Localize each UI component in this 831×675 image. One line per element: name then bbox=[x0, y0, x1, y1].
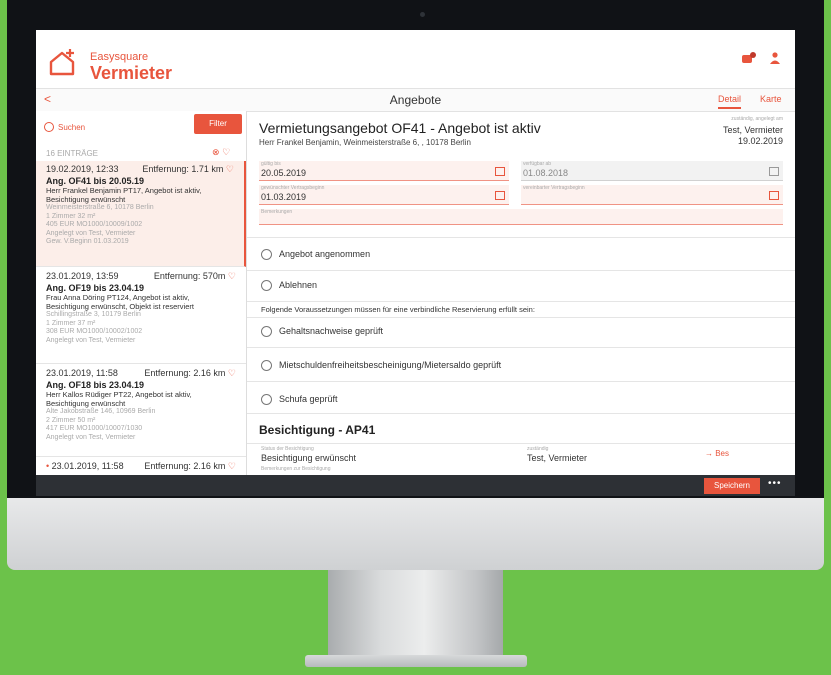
search-input[interactable]: Suchen bbox=[44, 119, 189, 137]
page-title: Angebote bbox=[389, 93, 442, 107]
brand-subtitle: Easysquare bbox=[90, 51, 149, 63]
app-screen: Easysquare Vermieter < Angebote Detail K… bbox=[36, 30, 795, 496]
monitor-stand-base bbox=[305, 655, 527, 667]
responsible-label: zuständig, angelegt am bbox=[731, 116, 783, 122]
list-item[interactable]: 23.01.2019, 11:58 Entfernung: 2.16 km ♡ A… bbox=[36, 365, 246, 457]
tab-detail[interactable]: Detail bbox=[718, 94, 742, 109]
search-placeholder: Suchen bbox=[58, 123, 86, 132]
desired-start-field[interactable]: gewünschter Vertragsbeginn 01.03.2019 bbox=[259, 185, 509, 205]
save-button[interactable]: Speichern bbox=[704, 478, 760, 494]
house-plus-icon bbox=[49, 49, 75, 76]
radio-icon[interactable] bbox=[261, 249, 272, 260]
reservation-info: Folgende Voraussetzungen müssen für eine… bbox=[261, 305, 535, 314]
user-icon[interactable] bbox=[770, 52, 780, 64]
list-item[interactable]: 23.01.2019, 13:59 Entfernung: 570m ♡ Ang.… bbox=[36, 268, 246, 364]
detail-subtitle: Herr Frankel Benjamin, Weinmeisterstraße… bbox=[259, 138, 471, 147]
list-item[interactable]: • 23.01.2019, 11:58 Entfernung: 2.16 km ♡ bbox=[36, 458, 246, 475]
heart-icon[interactable]: ♡ bbox=[228, 271, 236, 281]
heart-icon[interactable]: ♡ bbox=[222, 147, 230, 157]
viewing-notes-label: Bemerkungen zur Besichtigung bbox=[261, 466, 331, 472]
entry-count: 16 EINTRÄGE bbox=[46, 149, 99, 158]
nav-bar: < Angebote Detail Karte bbox=[36, 88, 795, 112]
calendar-icon[interactable] bbox=[769, 191, 779, 200]
viewing-title: Besichtigung - AP41 bbox=[259, 423, 376, 437]
heart-icon[interactable]: ♡ bbox=[226, 164, 234, 174]
radio-icon[interactable] bbox=[261, 360, 272, 371]
clear-icon[interactable]: ⊗ bbox=[212, 147, 220, 157]
unread-dot-icon: • bbox=[46, 461, 50, 471]
messages-icon[interactable] bbox=[742, 52, 756, 64]
monitor-stand bbox=[328, 570, 503, 665]
viewing-status-value[interactable]: Besichtigung erwünscht bbox=[261, 453, 356, 463]
search-icon bbox=[44, 122, 54, 132]
tab-karte[interactable]: Karte bbox=[760, 94, 782, 104]
filter-button[interactable]: Filter bbox=[194, 114, 242, 134]
camera-icon bbox=[420, 12, 425, 17]
radio-icon[interactable] bbox=[261, 326, 272, 337]
responsible-name: Test, Vermieter bbox=[722, 125, 783, 135]
radio-icon[interactable] bbox=[261, 394, 272, 405]
offer-detail: Vermietungsangebot OF41 - Angebot ist ak… bbox=[247, 111, 795, 475]
list-action-icons: ⊗ ♡ bbox=[212, 147, 230, 158]
viewing-status-label: Status der Besichtigung bbox=[261, 446, 314, 452]
more-icon[interactable]: ••• bbox=[768, 478, 782, 489]
calendar-icon[interactable] bbox=[495, 191, 505, 200]
valid-until-field[interactable]: gültig bis 20.05.2019 bbox=[259, 161, 509, 181]
heart-icon[interactable]: ♡ bbox=[228, 368, 236, 378]
offer-list: Suchen Filter 16 EINTRÄGE ⊗ ♡ 19.02.2019… bbox=[36, 111, 247, 475]
calendar-icon bbox=[769, 167, 779, 176]
viewing-link[interactable]: → Bes bbox=[705, 449, 729, 458]
agreed-start-field[interactable]: vereinbarter Vertragsbeginn bbox=[521, 185, 783, 205]
footer-bar: Speichern ••• bbox=[36, 475, 795, 496]
brand-title: Vermieter bbox=[90, 63, 173, 83]
monitor-chin bbox=[7, 498, 824, 570]
detail-title: Vermietungsangebot OF41 - Angebot ist ak… bbox=[259, 120, 541, 136]
calendar-icon[interactable] bbox=[495, 167, 505, 176]
created-date: 19.02.2019 bbox=[737, 136, 783, 146]
list-item[interactable]: 19.02.2019, 12:33 Entfernung: 1.71 km ♡ A… bbox=[36, 161, 246, 267]
notes-field[interactable]: Bemerkungen bbox=[259, 209, 783, 225]
viewing-responsible-value[interactable]: Test, Vermieter bbox=[527, 453, 587, 463]
app-header: Easysquare Vermieter bbox=[36, 30, 795, 88]
viewing-responsible-label: zuständig bbox=[527, 446, 549, 452]
available-from-field: verfügbar ab 01.08.2018 bbox=[521, 161, 783, 181]
radio-icon[interactable] bbox=[261, 280, 272, 291]
heart-icon[interactable]: ♡ bbox=[228, 461, 236, 471]
